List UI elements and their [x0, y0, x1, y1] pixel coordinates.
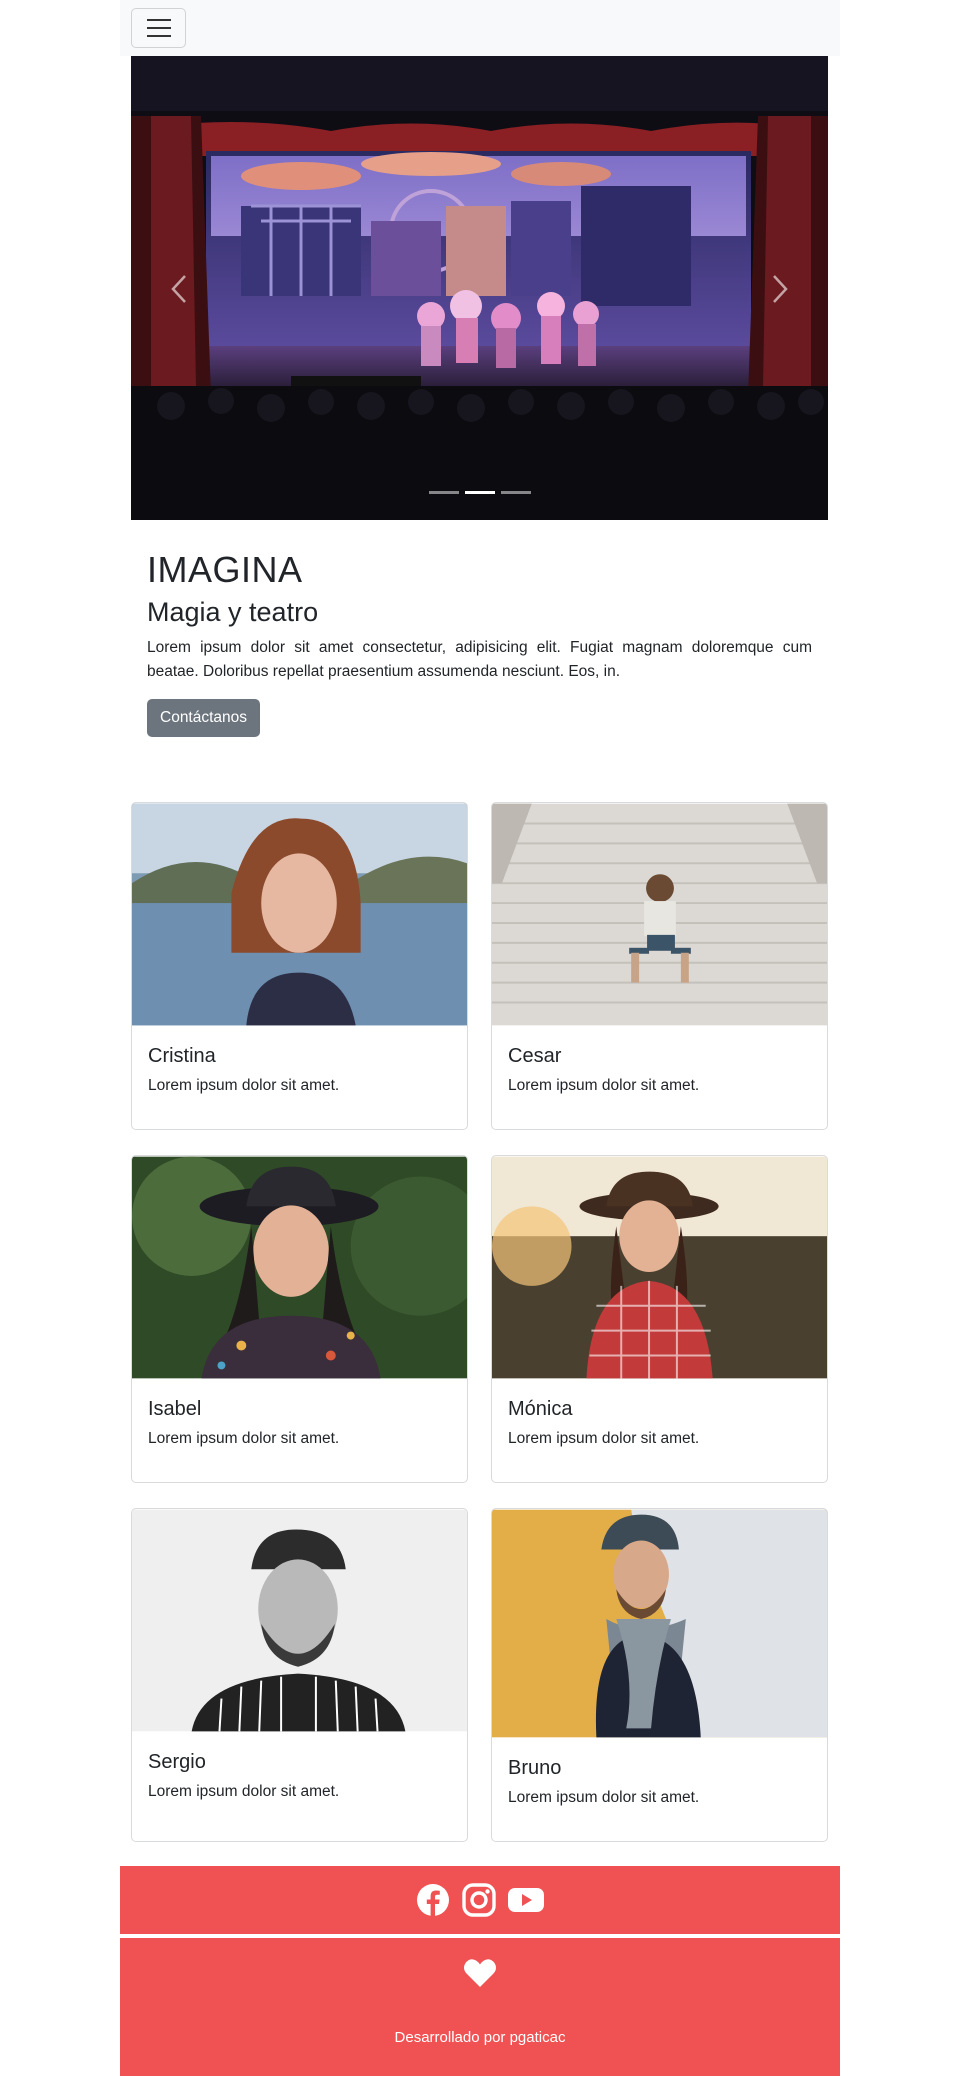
team-photo [132, 1156, 467, 1379]
hero-carousel[interactable] [131, 56, 828, 520]
team-card: Cesar Lorem ipsum dolor sit amet. [491, 802, 828, 1130]
main-container: IMAGINA Magia y teatro Lorem ipsum dolor… [120, 0, 840, 2076]
team-card: Mónica Lorem ipsum dolor sit amet. [491, 1155, 828, 1483]
team-name: Cesar [508, 1045, 562, 1067]
navbar [120, 0, 840, 56]
team-text: Lorem ipsum dolor sit amet. [148, 1077, 340, 1094]
team-card: Sergio Lorem ipsum dolor sit amet. [131, 1508, 468, 1842]
team-card: Bruno Lorem ipsum dolor sit amet. [491, 1508, 828, 1842]
facebook-link[interactable] [416, 1883, 450, 1917]
team-name: Cristina [148, 1045, 216, 1067]
footer-credit: Desarrollado por pgaticac [394, 2029, 566, 2046]
hero-description: Lorem ipsum dolor sit amet consectetur, … [147, 639, 812, 680]
team-photo [132, 803, 467, 1026]
carousel-indicator-1[interactable] [428, 491, 459, 494]
heart-icon [463, 1959, 497, 1987]
facebook-icon [417, 1884, 449, 1917]
instagram-icon [462, 1883, 496, 1917]
hamburger-icon-line [146, 27, 171, 29]
hero-section: IMAGINA Magia y teatro Lorem ipsum dolor… [147, 548, 812, 737]
team-photo [492, 803, 827, 1026]
instagram-link[interactable] [462, 1883, 496, 1917]
footer: Desarrollado por pgaticac [120, 1938, 840, 2076]
carousel-indicators [131, 491, 828, 494]
team-text: Lorem ipsum dolor sit amet. [508, 1789, 700, 1806]
team-name: Sergio [148, 1751, 206, 1773]
team-text: Lorem ipsum dolor sit amet. [508, 1077, 700, 1094]
carousel-next-button[interactable] [765, 269, 795, 309]
youtube-link[interactable] [508, 1886, 544, 1914]
chevron-right-icon [773, 275, 788, 303]
team-name: Bruno [508, 1757, 562, 1779]
team-name: Isabel [148, 1398, 202, 1420]
navbar-toggle-button[interactable] [131, 8, 186, 48]
team-photo [132, 1509, 467, 1732]
hero-subtitle: Magia y teatro [147, 597, 319, 627]
team-text: Lorem ipsum dolor sit amet. [148, 1430, 340, 1447]
carousel-indicator-2[interactable] [464, 491, 495, 494]
carousel-indicator-3[interactable] [500, 491, 531, 494]
hamburger-icon [146, 19, 171, 21]
chevron-left-icon [171, 275, 186, 303]
contact-button[interactable]: Contáctanos [147, 699, 261, 737]
carousel-slide-image [131, 56, 828, 520]
team-card: Cristina Lorem ipsum dolor sit amet. [131, 802, 468, 1130]
hamburger-icon-line [146, 35, 171, 37]
social-bar [120, 1866, 840, 1934]
team-card: Isabel Lorem ipsum dolor sit amet. [131, 1155, 468, 1483]
youtube-icon [508, 1888, 544, 1912]
team-text: Lorem ipsum dolor sit amet. [508, 1430, 700, 1447]
team-name: Mónica [508, 1398, 573, 1420]
team-photo [492, 1156, 827, 1379]
hero-title: IMAGINA [147, 549, 303, 590]
team-text: Lorem ipsum dolor sit amet. [148, 1783, 340, 1800]
page: IMAGINA Magia y teatro Lorem ipsum dolor… [0, 0, 958, 2076]
carousel-prev-button[interactable] [164, 269, 194, 309]
team-photo [492, 1509, 827, 1738]
